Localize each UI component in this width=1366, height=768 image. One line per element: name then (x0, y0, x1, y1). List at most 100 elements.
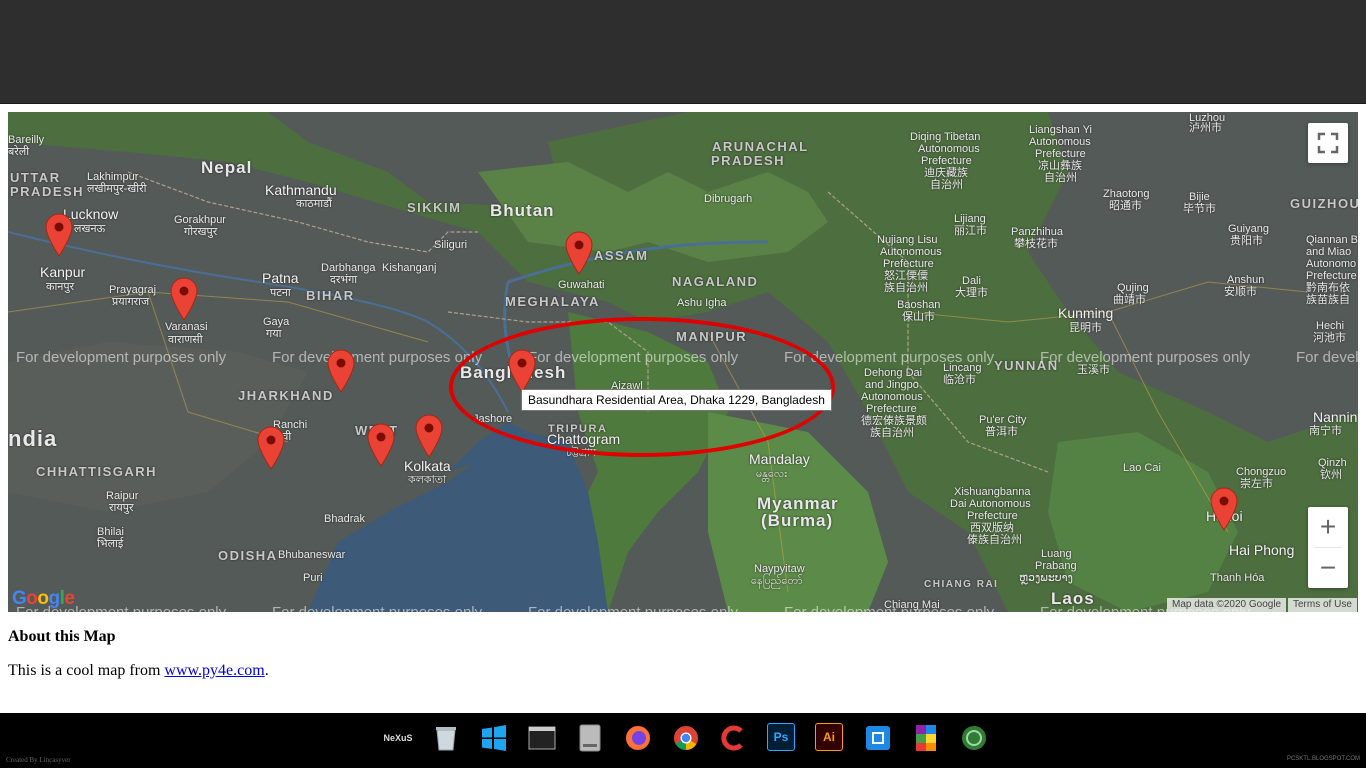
label-kanpur-local: कानपुर (46, 281, 75, 293)
label-xishuang2: Dai Autonomous (950, 498, 1031, 510)
label-meghalaya: MEGHALAYA (505, 294, 600, 309)
label-bareilly-local: बरेली (8, 146, 30, 158)
map-marker-icon[interactable] (327, 349, 355, 393)
label-arunachal: ARUNACHAL (712, 139, 809, 154)
map-marker-icon[interactable] (45, 213, 73, 257)
windows-logo-svg (482, 725, 506, 751)
label-gaya: Gaya (263, 316, 290, 328)
nexus-dock-icon[interactable]: NeXuS (383, 723, 413, 753)
dev-watermark: For development purposes only (16, 349, 227, 366)
drive-svg (579, 724, 601, 752)
label-lakhimpur-local: लखीमपुर-खीरी (87, 183, 147, 195)
label-raipur: Raipur (106, 490, 139, 502)
label-thanh-hoa: Thanh Hóa (1210, 572, 1265, 584)
fullscreen-button[interactable] (1308, 123, 1348, 163)
label-bareilly: Bareilly (8, 134, 45, 146)
py4e-link[interactable]: www.py4e.com (164, 662, 264, 679)
label-guiyang-local: 贵阳市 (1230, 235, 1263, 247)
highlight-circle (449, 317, 835, 457)
map-marker-icon[interactable] (367, 423, 395, 467)
label-mandalay-local: မန္တလေး (756, 468, 788, 480)
label-kunming: Kunming (1058, 305, 1114, 321)
label-qiannan6: 族苗族自 (1306, 294, 1350, 306)
about-text-end: . (264, 662, 269, 679)
label-nujiang2: Autonomous (880, 246, 942, 258)
label-prayagraj-local: प्रयागराज (112, 296, 150, 308)
label-nujiang5: 族自治州 (884, 282, 928, 294)
firefox-icon[interactable] (623, 723, 653, 753)
google-map[interactable]: Nepal Bhutan ndia Bangladesh Myanmar (Bu… (8, 112, 1358, 612)
label-chhattisgarh: CHHATTISGARH (36, 464, 158, 479)
label-qujing-local: 曲靖市 (1113, 294, 1146, 306)
label-sikkim: SIKKIM (407, 200, 462, 215)
label-luang: Luang (1041, 548, 1072, 560)
marker-tooltip: Basundhara Residential Area, Dhaka 1229,… (521, 389, 832, 411)
label-xishuang: Xishuangbanna (954, 486, 1031, 498)
label-patna: Patna (262, 270, 299, 286)
taskbar-credit-right: PCSKTL.BLOGSPOT.COM (1286, 756, 1360, 762)
label-arunachal2: PRADESH (711, 153, 786, 168)
zoom-out-button[interactable]: − (1308, 548, 1348, 588)
label-bhadrak: Bhadrak (324, 513, 365, 525)
ccleaner-icon[interactable] (719, 723, 749, 753)
dev-watermark: For development purposes only (1296, 349, 1358, 366)
label-qujing: Qujing (1117, 282, 1149, 294)
label-guwahati: Guwahati (558, 279, 605, 291)
label-diqing5: 自治州 (930, 179, 963, 191)
label-pradesh: PRADESH (10, 184, 85, 199)
label-kathmandu-local: काठमाडौं (296, 198, 332, 210)
dev-watermark: For development purposes only (528, 604, 738, 612)
chrome-icon[interactable] (671, 723, 701, 753)
label-gorakhpur-local: गोरखपुर (184, 226, 218, 238)
label-darbhanga-local: दरभंगा (330, 274, 358, 286)
map-marker-icon[interactable] (415, 414, 443, 458)
label-hechi-local: 河池市 (1313, 332, 1346, 344)
label-diqing3: Prefecture (921, 155, 972, 167)
label-dehong3: Autonomous (861, 391, 923, 403)
terminal-svg (528, 726, 556, 750)
label-varanasi-local: वाराणसी (168, 334, 203, 346)
label-qiannan4: Prefecture (1306, 270, 1357, 282)
windows-icon[interactable] (479, 723, 509, 753)
zoom-in-button[interactable]: + (1308, 507, 1348, 547)
label-chongzuo: Chongzuo (1236, 466, 1287, 478)
illustrator-icon[interactable]: Ai (815, 723, 843, 751)
browser-top-bar (0, 0, 1366, 104)
label-liangshan4: 凉山彝族 (1038, 160, 1082, 172)
google-logo[interactable]: Google (12, 588, 75, 610)
label-jharkhand: JHARKHAND (238, 388, 334, 403)
label-liangshan5: 自治州 (1044, 172, 1077, 184)
chrome-svg (674, 726, 698, 750)
label-lakhimpur: Lakhimpur (87, 171, 139, 183)
photoshop-icon[interactable]: Ps (767, 723, 795, 751)
label-india: ndia (8, 426, 58, 451)
terms-link[interactable]: Terms of Use (1288, 598, 1357, 612)
label-bhubaneswar: Bhubaneswar (278, 549, 346, 561)
label-kolkata: Kolkata (404, 458, 451, 474)
map-marker-icon[interactable] (565, 231, 593, 275)
map-marker-icon[interactable] (170, 277, 198, 321)
winrar-icon[interactable] (911, 723, 941, 753)
recycle-bin-icon[interactable] (431, 723, 461, 753)
label-raipur-local: रायपुर (109, 502, 134, 514)
label-zhaotong: Zhaotong (1103, 188, 1150, 200)
map-marker-icon[interactable] (257, 426, 285, 470)
illustrator-label: Ai (823, 730, 835, 744)
label-baoshan-local: 保山市 (902, 311, 935, 323)
label-dali: Dali (962, 275, 981, 287)
label-dehong6: 族自治州 (870, 427, 914, 439)
label-chiang-rai: CHIANG RAI (924, 579, 999, 590)
taskbar-credit: Created By Lincasyver (6, 756, 71, 764)
label-nanning-local: 南宁市 (1309, 425, 1342, 437)
terminal-icon[interactable] (527, 723, 557, 753)
label-kathmandu: Kathmandu (265, 182, 337, 198)
map-marker-icon[interactable] (1210, 487, 1238, 531)
firefox-svg (626, 726, 650, 750)
label-lucknow-local: लखनऊ (74, 223, 106, 235)
drive-icon[interactable] (575, 723, 605, 753)
label-liangshan2: Autonomous (1029, 136, 1091, 148)
zoom-controls: + − (1308, 507, 1348, 588)
label-qiannan: Qiannan B (1306, 234, 1358, 246)
android-icon[interactable] (959, 723, 989, 753)
app-icon[interactable] (863, 723, 893, 753)
